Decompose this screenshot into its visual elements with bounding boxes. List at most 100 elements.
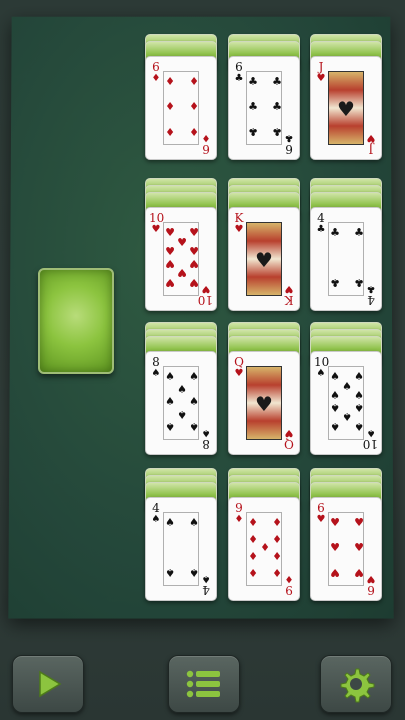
- playing-card[interactable]: 8 ♠ 8 ♠ ♠ ♠ ♠ ♠ ♠ ♠ ♠ ♠: [145, 351, 217, 455]
- card-index: 10 ♥: [149, 212, 164, 236]
- card-rank: K: [284, 293, 294, 307]
- tableau-pile[interactable]: K ♥ K ♥ ♥: [228, 178, 300, 312]
- tableau-pile[interactable]: 6 ♣ 6 ♣ ♣ ♣ ♣ ♣ ♣ ♣: [228, 34, 300, 168]
- suit-pip: ♥: [177, 266, 187, 279]
- tableau-pile[interactable]: J ♥ J ♥ ♥: [310, 34, 382, 168]
- playing-card[interactable]: 6 ♥ 6 ♥ ♥ ♥ ♥ ♥ ♥ ♥: [310, 497, 382, 601]
- tableau-pile[interactable]: 9 ♦ 9 ♦ ♦ ♦ ♦ ♦ ♦ ♦ ♦ ♦ ♦: [228, 468, 300, 602]
- card-rank: J: [318, 60, 324, 74]
- suit-pip: ♠: [354, 388, 364, 402]
- tableau-pile[interactable]: 8 ♠ 8 ♠ ♠ ♠ ♠ ♠ ♠ ♠ ♠ ♠: [145, 322, 217, 456]
- card-suit-icon: ♥: [316, 514, 326, 525]
- card-rank: 6: [202, 142, 210, 156]
- suit-pip: ♣: [248, 125, 258, 138]
- playing-card[interactable]: 10 ♠ 10 ♠ ♠ ♠ ♠ ♠ ♠ ♠ ♠ ♠ ♠ ♠: [310, 351, 382, 455]
- suit-pip: ♥: [165, 226, 175, 239]
- suit-pip: ♠: [165, 566, 175, 579]
- suit-pip: ♦: [189, 75, 199, 88]
- suit-pip: ♠: [330, 388, 340, 402]
- card-index: 6 ♣: [282, 131, 296, 156]
- playing-card[interactable]: 10 ♥ 10 ♥ ♥ ♥ ♥ ♥ ♥ ♥ ♥ ♥ ♥ ♥: [145, 207, 217, 311]
- suit-pip: ♦: [165, 125, 175, 138]
- card-rank: 6: [152, 60, 160, 74]
- suit-pip: ♠: [354, 401, 364, 415]
- suit-pip: ♦: [272, 532, 282, 546]
- card-index: K ♥: [282, 282, 296, 307]
- card-rank: K: [234, 211, 244, 225]
- playing-card[interactable]: 4 ♠ 4 ♠ ♠ ♠ ♠ ♠: [145, 497, 217, 601]
- tableau-pile[interactable]: 10 ♥ 10 ♥ ♥ ♥ ♥ ♥ ♥ ♥ ♥ ♥ ♥ ♥: [145, 178, 217, 312]
- playing-card[interactable]: K ♥ K ♥ ♥: [228, 207, 300, 311]
- suit-pip: ♦: [272, 566, 282, 579]
- card-suit-icon: ♠: [316, 368, 326, 379]
- card-face: ♣ ♣ ♣ ♣ ♣ ♣: [246, 71, 282, 145]
- settings-button[interactable]: [320, 655, 392, 713]
- suit-pip: ♦: [272, 549, 282, 563]
- playing-card[interactable]: Q ♥ Q ♥ ♥: [228, 351, 300, 455]
- suit-pip: ♠: [189, 370, 199, 383]
- card-suit-icon: ♥: [234, 224, 244, 235]
- card-suit-icon: ♥: [284, 283, 294, 294]
- suit-pip: ♠: [189, 420, 199, 433]
- suit-pip: ♠: [165, 420, 175, 433]
- card-suit-icon: ♦: [284, 573, 294, 584]
- tableau-pile[interactable]: Q ♥ Q ♥ ♥: [228, 322, 300, 456]
- card-rank: 4: [317, 211, 325, 225]
- stock-pile[interactable]: [38, 268, 114, 374]
- card-index: Q ♥: [232, 356, 246, 380]
- card-rank: 6: [235, 60, 243, 74]
- suit-pip: ♥: [330, 516, 340, 529]
- suit-pip: ♠: [330, 401, 340, 415]
- suit-pip: ♠: [189, 395, 199, 408]
- tableau-pile[interactable]: 4 ♣ 4 ♣ ♣ ♣ ♣ ♣: [310, 178, 382, 312]
- court-figure: ♥: [246, 366, 282, 440]
- suit-pip: ♠: [189, 516, 199, 529]
- suit-pip: ♥: [354, 516, 364, 529]
- card-index: K ♥: [232, 212, 246, 236]
- gear-icon: [340, 668, 375, 703]
- card-index: J ♥: [314, 61, 328, 85]
- suit-pip: ♦: [189, 125, 199, 138]
- card-suit-icon: ♥: [151, 224, 161, 235]
- card-index: 10 ♠: [363, 426, 378, 451]
- card-index: J ♥: [364, 131, 378, 156]
- tableau-pile[interactable]: 6 ♦ 6 ♦ ♦ ♦ ♦ ♦ ♦ ♦: [145, 34, 217, 168]
- card-suit-icon: ♠: [201, 573, 211, 584]
- suit-pip: ♣: [354, 276, 364, 289]
- suit-pip: ♥: [330, 541, 340, 554]
- menu-button[interactable]: [168, 655, 240, 713]
- suit-pip: ♦: [248, 532, 258, 546]
- card-suit-icon: ♣: [316, 224, 326, 235]
- playing-card[interactable]: 4 ♣ 4 ♣ ♣ ♣ ♣ ♣: [310, 207, 382, 311]
- card-index: 6 ♦: [149, 61, 163, 85]
- playing-card[interactable]: 9 ♦ 9 ♦ ♦ ♦ ♦ ♦ ♦ ♦ ♦ ♦ ♦: [228, 497, 300, 601]
- playing-card[interactable]: J ♥ J ♥ ♥: [310, 56, 382, 160]
- suit-pip: ♦: [165, 100, 175, 113]
- card-index: 8 ♠: [149, 356, 163, 380]
- court-suit-icon: ♥: [255, 248, 273, 272]
- play-button[interactable]: [12, 655, 84, 713]
- card-index: 4 ♣: [364, 282, 378, 307]
- card-index: Q ♥: [282, 426, 296, 451]
- card-suit-icon: ♠: [151, 368, 161, 379]
- card-face: ♥ ♥ ♥ ♥ ♥ ♥: [328, 512, 364, 586]
- suit-pip: ♥: [165, 257, 175, 271]
- suit-pip: ♥: [177, 236, 187, 249]
- suit-pip: ♥: [189, 226, 199, 239]
- tableau-pile[interactable]: 10 ♠ 10 ♠ ♠ ♠ ♠ ♠ ♠ ♠ ♠ ♠ ♠ ♠: [310, 322, 382, 456]
- suit-pip: ♦: [248, 516, 258, 529]
- suit-pip: ♥: [354, 541, 364, 554]
- suit-pip: ♥: [189, 244, 199, 258]
- tableau-pile[interactable]: 6 ♥ 6 ♥ ♥ ♥ ♥ ♥ ♥ ♥: [310, 468, 382, 602]
- playing-card[interactable]: 6 ♦ 6 ♦ ♦ ♦ ♦ ♦ ♦ ♦: [145, 56, 217, 160]
- card-face: ♣ ♣ ♣ ♣: [328, 222, 364, 296]
- playing-card[interactable]: 6 ♣ 6 ♣ ♣ ♣ ♣ ♣ ♣ ♣: [228, 56, 300, 160]
- card-rank: 6: [367, 583, 375, 597]
- suit-pip: ♥: [165, 276, 175, 289]
- card-index: 9 ♦: [282, 572, 296, 597]
- card-suit-icon: ♦: [201, 132, 211, 143]
- suit-pip: ♠: [354, 370, 364, 383]
- tableau-pile[interactable]: 4 ♠ 4 ♠ ♠ ♠ ♠ ♠: [145, 468, 217, 602]
- card-suit-icon: ♥: [366, 573, 376, 584]
- court-figure: ♥: [328, 71, 364, 145]
